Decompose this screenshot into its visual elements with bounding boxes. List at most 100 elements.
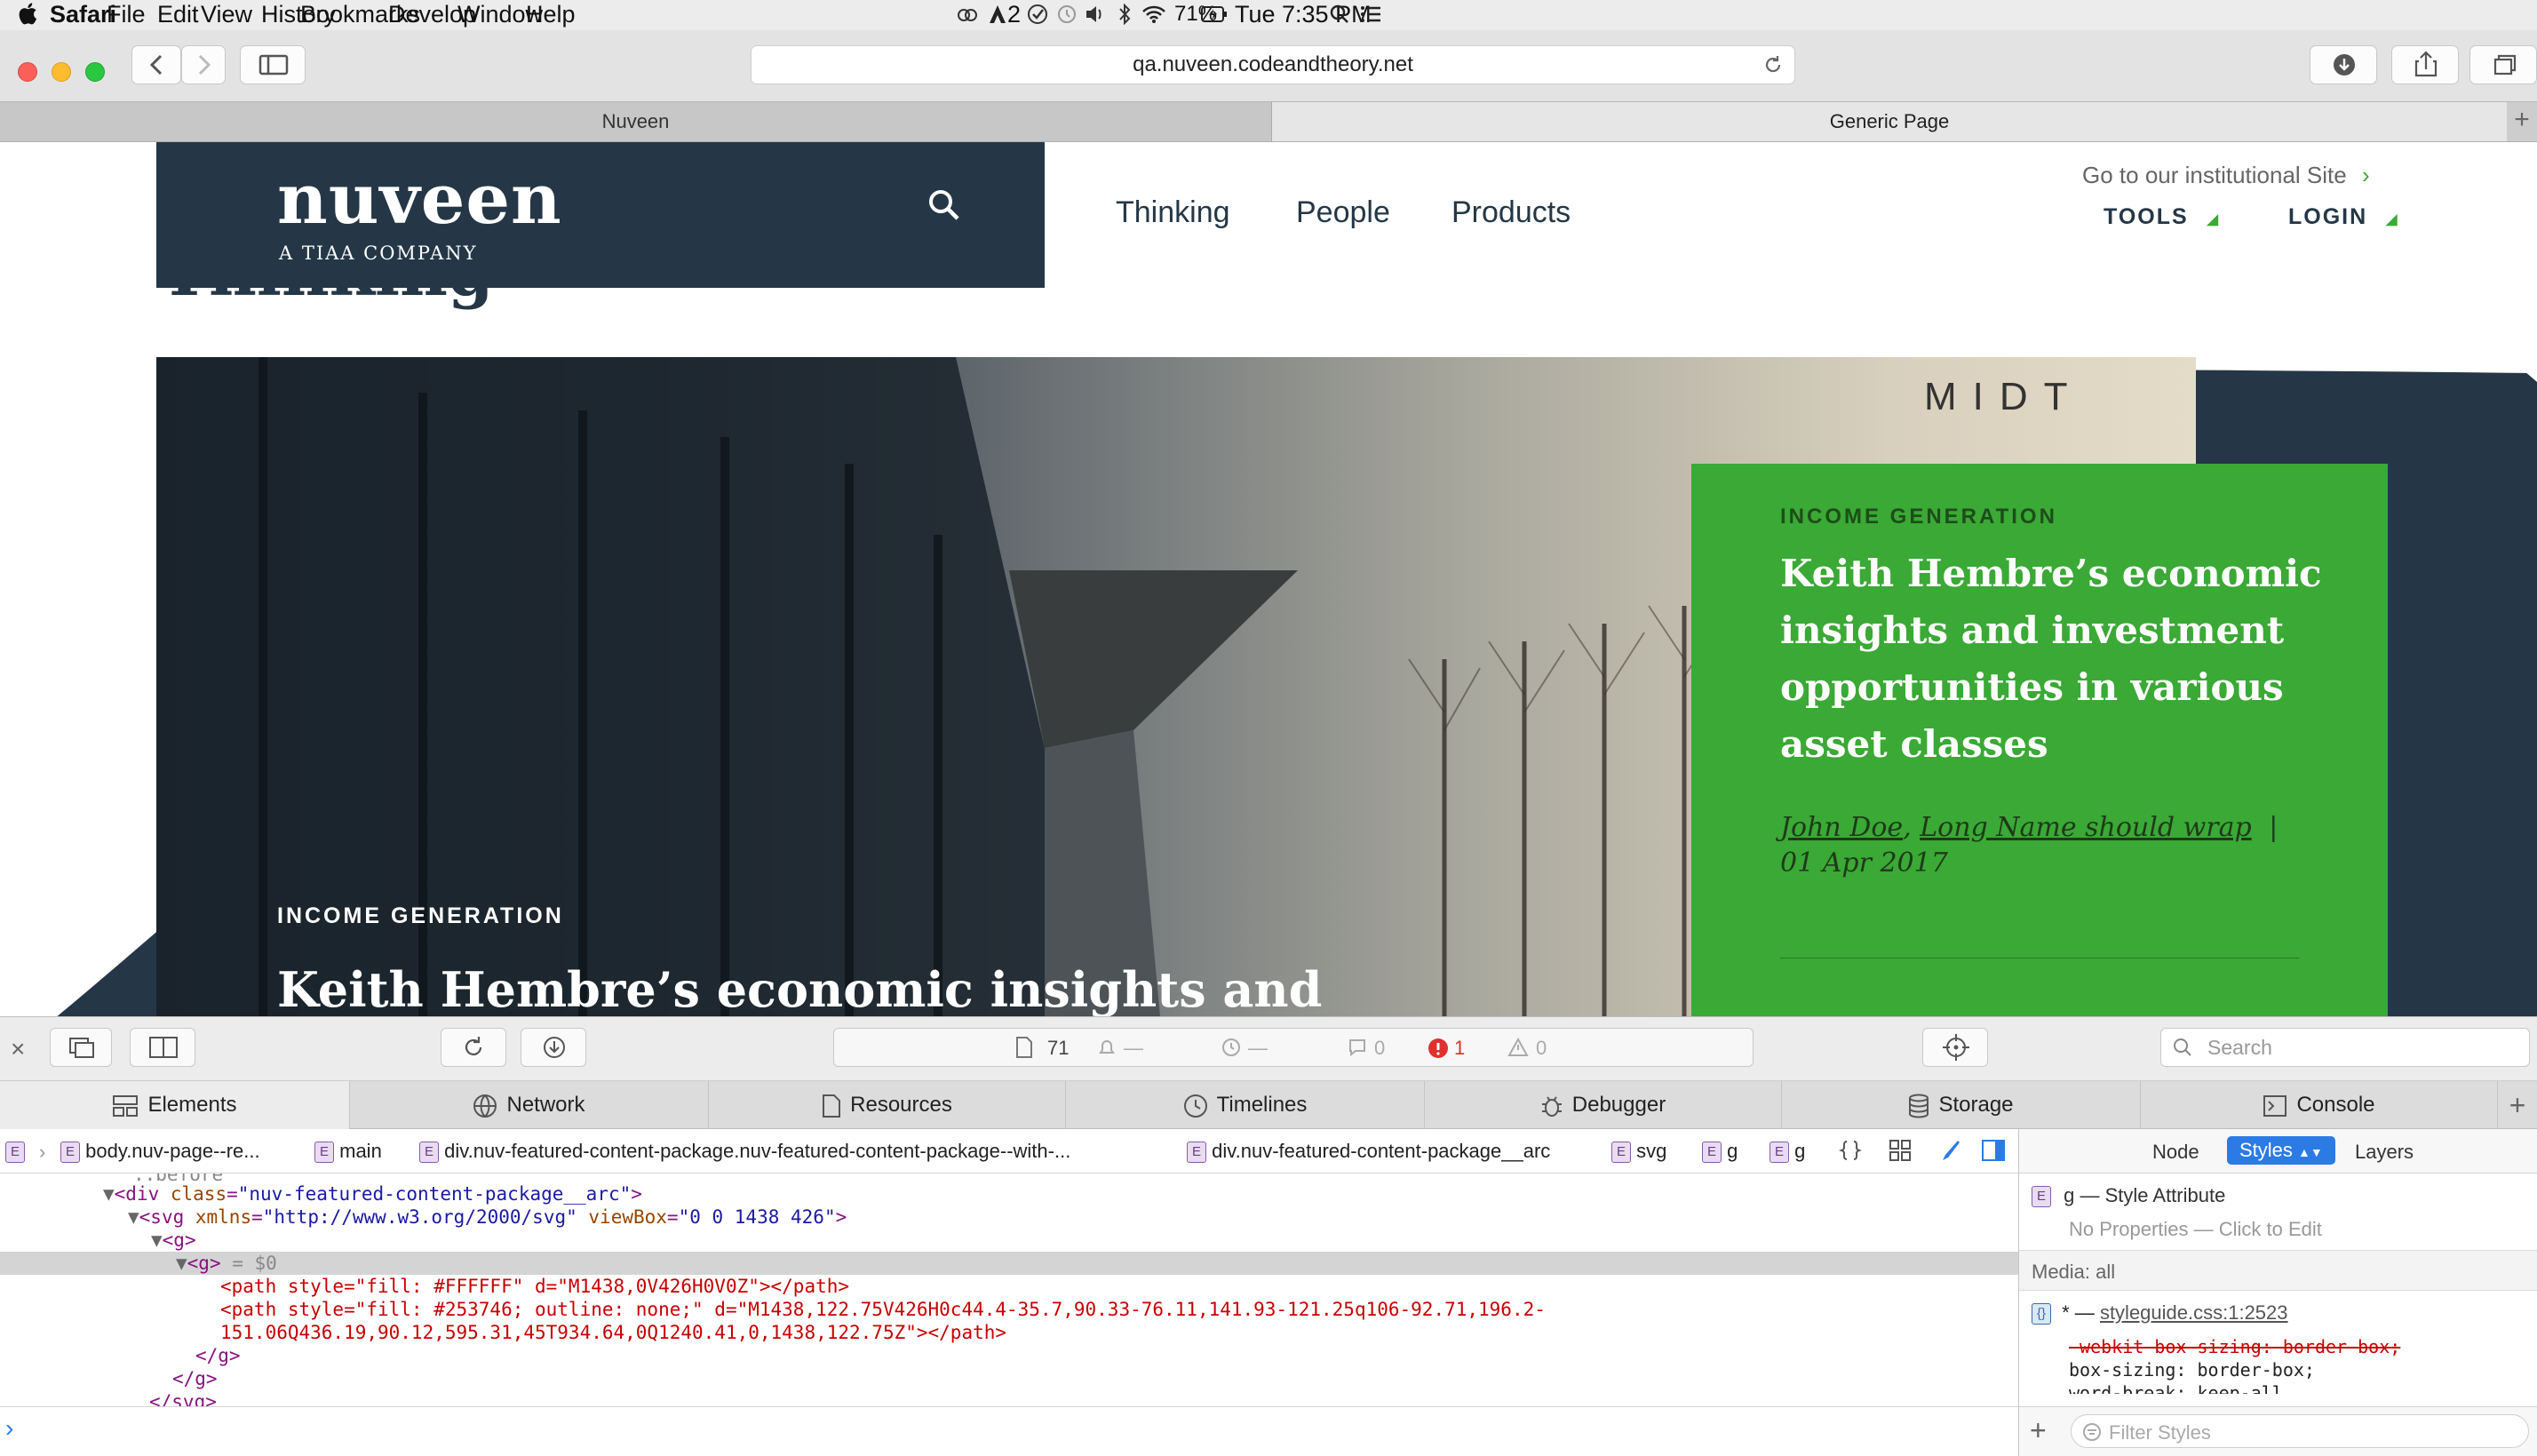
error-count[interactable]: 1 [1454,1037,1465,1060]
paint-brush-icon[interactable] [1938,1139,1961,1162]
checkmark-circle-icon[interactable] [1027,4,1048,25]
nav-products[interactable]: Products [1451,195,1571,230]
disclosure-triangle-icon[interactable]: ▼ [128,1206,139,1228]
tab-elements[interactable]: Elements [0,1081,350,1129]
code-line-g[interactable]: ▼<g> [0,1229,2018,1252]
search-icon[interactable] [927,188,961,222]
back-button[interactable] [131,45,181,84]
sidebar-tab-node[interactable]: Node [2152,1141,2199,1164]
breadcrumb-arc[interactable]: E div.nuv-featured-content-package__arc [1187,1140,1550,1164]
layout-grid-icon[interactable] [1889,1139,1912,1162]
tab-timelines[interactable]: Timelines [1066,1081,1425,1129]
nuveen-logo[interactable]: nuveen [277,165,562,235]
nav-people[interactable]: People [1296,195,1390,230]
featured-card[interactable]: INCOME GENERATION Keith Hembre’s economi… [1691,464,2388,1016]
css-declaration-overridden[interactable]: -webkit-box-sizing: border-box; [2069,1335,2400,1358]
sidebar-tab-styles[interactable]: Styles ▲▼ [2227,1136,2335,1165]
css-declaration[interactable]: word-break: keep-all [2069,1381,2400,1394]
add-rule-icon[interactable]: + [2030,1414,2047,1447]
downloads-button[interactable] [2310,45,2377,84]
wifi-icon[interactable] [1142,4,1165,24]
tab-debugger[interactable]: Debugger [1425,1081,1782,1129]
filter-styles-input[interactable]: Filter Styles [2071,1414,2529,1448]
code-line-close[interactable]: </svg> [0,1390,2018,1406]
hero-headline[interactable]: Keith Hembre’s economic insights and [277,961,1322,1016]
tab-network[interactable]: Network [350,1081,709,1129]
download-archive-button[interactable] [521,1028,586,1067]
author-link[interactable]: John Doe [1780,812,1903,843]
code-line-path[interactable]: <path style="fill: #FFFFFF" d="M1438,0V4… [0,1275,2018,1298]
breadcrumb-svg[interactable]: E svg [1611,1140,1666,1164]
style-attribute-section[interactable]: E g — Style Attribute [2032,1184,2225,1208]
new-tab-button[interactable]: + [2507,102,2537,141]
close-inspector-icon[interactable]: × [11,1035,25,1063]
braces-icon[interactable] [1839,1139,1862,1162]
card-headline[interactable]: Keith Hembre’s economic insights and inv… [1780,545,2349,773]
reload-page-button[interactable] [441,1028,506,1067]
menu-help[interactable]: Help [526,0,576,28]
spotlight-search-icon[interactable] [1330,4,1349,24]
share-button[interactable] [2391,45,2459,84]
minimize-window-button[interactable] [52,62,71,82]
breadcrumb-g-inner[interactable]: E g [1770,1140,1805,1164]
zoom-window-button[interactable] [85,62,105,82]
new-tab-plus-button[interactable]: + [2498,1081,2537,1129]
notification-center-icon[interactable] [1360,4,1381,24]
code-line-close[interactable]: </g> [0,1344,2018,1367]
disclosure-triangle-icon[interactable]: ▼ [151,1229,163,1251]
rule-source-link[interactable]: styleguide.css:1:2523 [2100,1301,2288,1324]
resource-count[interactable]: 71 [1047,1037,1069,1060]
reload-icon[interactable] [1762,54,1784,76]
tab-console[interactable]: Console [2141,1081,2498,1129]
time-machine-icon[interactable] [1056,4,1078,25]
disclosure-triangle-icon[interactable]: ▼ [103,1183,115,1205]
tab-nuveen[interactable]: Nuveen [0,102,1272,141]
tab-overview-button[interactable] [2469,45,2537,84]
element-picker-button[interactable] [1922,1028,1988,1067]
dock-side-button[interactable] [130,1028,195,1067]
adobe-icon[interactable] [988,4,1007,25]
code-line-selected[interactable]: ▼<g> = $0 [0,1252,2018,1275]
login-menu[interactable]: LOGIN ◢ [2288,204,2398,230]
details-sidebar-toggle-icon[interactable] [1981,1139,2006,1162]
code-line-svg[interactable]: ▼<svg xmlns="http://www.w3.org/2000/svg"… [0,1205,2018,1229]
code-line-path-cont[interactable]: 151.06Q436.19,90.12,595.31,45T934.64,0Q1… [0,1321,2018,1344]
sidebar-tab-layers[interactable]: Layers [2355,1141,2414,1164]
css-declaration[interactable]: box-sizing: border-box; [2069,1358,2400,1381]
breadcrumb-main[interactable]: E main [314,1140,382,1164]
inspector-search-field[interactable]: Search [2160,1028,2530,1067]
tab-resources[interactable]: Resources [709,1081,1066,1129]
breadcrumb-g-outer[interactable]: E g [1702,1140,1738,1164]
bluetooth-icon[interactable] [1117,4,1132,25]
breadcrumb-body[interactable]: E body.nuv-page--re... [60,1140,260,1164]
breadcrumb-featured-package[interactable]: E div.nuv-featured-content-package.nuv-f… [419,1140,1070,1164]
menu-file[interactable]: File [107,0,146,28]
menu-edit[interactable]: Edit [157,0,199,28]
warning-count[interactable]: 0 [1536,1037,1547,1060]
creative-cloud-icon[interactable] [957,4,978,25]
forward-button[interactable] [181,45,226,84]
menu-view[interactable]: View [201,0,252,28]
battery-icon[interactable] [1201,5,1228,23]
no-properties-hint[interactable]: No Properties — Click to Edit [2069,1218,2322,1241]
tools-menu[interactable]: TOOLS ◢ [2104,204,2220,230]
code-line-close[interactable]: </g> [0,1367,2018,1390]
detach-window-button[interactable] [50,1028,112,1067]
address-bar[interactable]: qa.nuveen.codeandtheory.net [751,45,1795,84]
log-count[interactable]: 0 [1374,1037,1385,1060]
code-line-path[interactable]: <path style="fill: #253746; outline: non… [0,1298,2018,1321]
author-link[interactable]: Long Name should wrap [1920,812,2251,843]
close-window-button[interactable] [18,62,37,82]
apple-icon[interactable] [18,0,41,27]
tab-storage[interactable]: Storage [1782,1081,2141,1129]
disclosure-triangle-icon[interactable]: ▼ [176,1253,187,1274]
tab-generic-page[interactable]: Generic Page [1272,102,2507,141]
css-rule-header[interactable]: {} * — styleguide.css:1:2523 [2032,1301,2288,1325]
nav-thinking[interactable]: Thinking [1116,195,1230,230]
code-line-div[interactable]: ▼<div class="nuv-featured-content-packag… [0,1182,2018,1205]
menu-clock[interactable]: Tue 7:35 PM [1235,0,1372,28]
sidebar-toggle-button[interactable] [240,45,306,84]
console-prompt[interactable]: › [0,1406,2018,1456]
volume-icon[interactable] [1085,4,1106,24]
institutional-site-link[interactable]: Go to our institutional Site › [2082,162,2370,189]
